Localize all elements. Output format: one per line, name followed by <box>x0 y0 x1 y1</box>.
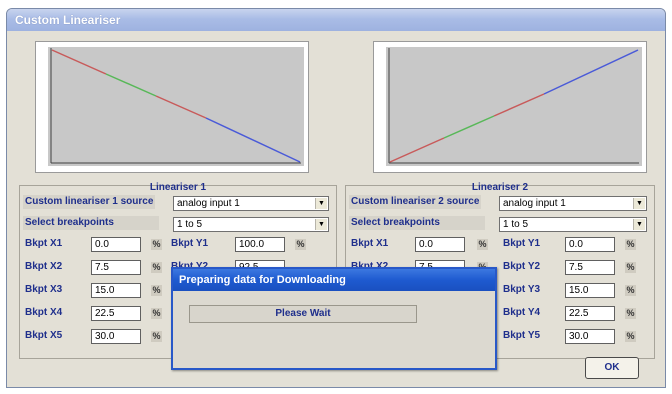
dropdown-arrow-icon[interactable]: ▼ <box>633 219 645 230</box>
percent-unit-icon: % <box>151 308 162 319</box>
percent-unit-icon: % <box>477 239 488 250</box>
l1-bkpt-x1-label: Bkpt X1 <box>25 238 63 249</box>
percent-unit-icon: % <box>625 239 636 250</box>
l2-bkpt-y5-input[interactable]: 30.0 <box>565 329 615 344</box>
lineariser-1-graph <box>35 41 309 173</box>
lineariser-1-title: Lineariser 1 <box>149 182 207 193</box>
l2-bkpt-x1-label: Bkpt X1 <box>351 238 389 249</box>
lineariser-2-source-label: Custom lineariser 2 source <box>349 195 482 209</box>
lineariser-1-breakpoints-value: 1 to 5 <box>177 219 203 230</box>
percent-unit-icon: % <box>625 331 636 342</box>
l1-bkpt-x3-input[interactable]: 15.0 <box>91 283 141 298</box>
percent-unit-icon: % <box>625 308 636 319</box>
l2-bkpt-y5-label: Bkpt Y5 <box>503 330 541 341</box>
lineariser-2-breakpoints-label: Select breakpoints <box>349 216 485 230</box>
l2-bkpt-y2-input[interactable]: 7.5 <box>565 260 615 275</box>
lineariser-2-breakpoints-select[interactable]: 1 to 5 ▼ <box>499 217 647 232</box>
please-wait-message: Please Wait <box>189 305 417 323</box>
dropdown-arrow-icon[interactable]: ▼ <box>315 198 327 209</box>
l2-bkpt-y2-label: Bkpt Y2 <box>503 261 541 272</box>
percent-unit-icon: % <box>295 239 306 250</box>
l2-bkpt-y1-label: Bkpt Y1 <box>503 238 541 249</box>
lineariser-2-breakpoints-value: 1 to 5 <box>503 219 529 230</box>
lineariser-1-source-value: analog input 1 <box>177 198 240 209</box>
dropdown-arrow-icon[interactable]: ▼ <box>315 219 327 230</box>
window-titlebar: Custom Lineariser <box>7 9 665 31</box>
lineariser-1-breakpoints-label: Select breakpoints <box>23 216 159 230</box>
l1-bkpt-x1-input[interactable]: 0.0 <box>91 237 141 252</box>
percent-unit-icon: % <box>151 262 162 273</box>
l2-bkpt-y4-label: Bkpt Y4 <box>503 307 541 318</box>
downloading-dialog: Preparing data for Downloading Please Wa… <box>171 267 497 370</box>
l1-bkpt-x4-input[interactable]: 22.5 <box>91 306 141 321</box>
percent-unit-icon: % <box>151 331 162 342</box>
l1-bkpt-y1-input[interactable]: 100.0 <box>235 237 285 252</box>
l1-bkpt-x2-input[interactable]: 7.5 <box>91 260 141 275</box>
dialog-title: Preparing data for Downloading <box>173 269 495 291</box>
lineariser-2-graph <box>373 41 647 173</box>
l1-bkpt-x4-label: Bkpt X4 <box>25 307 63 318</box>
lineariser-1-breakpoints-select[interactable]: 1 to 5 ▼ <box>173 217 329 232</box>
l1-bkpt-x3-label: Bkpt X3 <box>25 284 63 295</box>
l1-bkpt-y1-label: Bkpt Y1 <box>171 238 209 249</box>
ok-button[interactable]: OK <box>585 357 639 379</box>
lineariser-2-curve <box>386 47 642 166</box>
percent-unit-icon: % <box>625 285 636 296</box>
lineariser-1-source-label: Custom lineariser 1 source <box>23 195 156 209</box>
percent-unit-icon: % <box>151 239 162 250</box>
l1-bkpt-x5-label: Bkpt X5 <box>25 330 63 341</box>
dropdown-arrow-icon[interactable]: ▼ <box>633 198 645 209</box>
lineariser-1-source-select[interactable]: analog input 1 ▼ <box>173 196 329 211</box>
lineariser-2-source-select[interactable]: analog input 1 ▼ <box>499 196 647 211</box>
lineariser-2-title: Lineariser 2 <box>471 182 529 193</box>
l2-bkpt-y4-input[interactable]: 22.5 <box>565 306 615 321</box>
l2-bkpt-y3-input[interactable]: 15.0 <box>565 283 615 298</box>
percent-unit-icon: % <box>151 285 162 296</box>
percent-unit-icon: % <box>625 262 636 273</box>
lineariser-1-curve <box>48 47 304 166</box>
lineariser-2-source-value: analog input 1 <box>503 198 566 209</box>
l1-bkpt-x5-input[interactable]: 30.0 <box>91 329 141 344</box>
l2-bkpt-y3-label: Bkpt Y3 <box>503 284 541 295</box>
l1-bkpt-x2-label: Bkpt X2 <box>25 261 63 272</box>
l2-bkpt-y1-input[interactable]: 0.0 <box>565 237 615 252</box>
l2-bkpt-x1-input[interactable]: 0.0 <box>415 237 465 252</box>
